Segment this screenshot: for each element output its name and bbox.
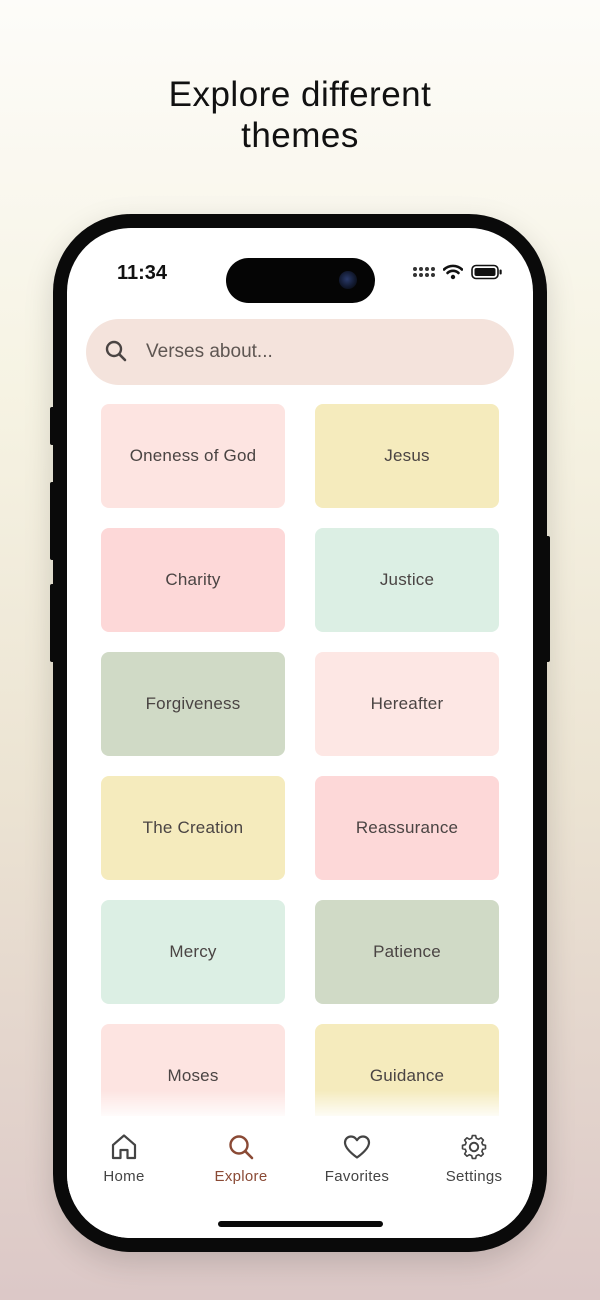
theme-tile[interactable]: The Creation xyxy=(101,776,285,880)
theme-tile[interactable]: Forgiveness xyxy=(101,652,285,756)
tab-home[interactable]: Home xyxy=(69,1132,179,1185)
home-indicator xyxy=(218,1221,383,1227)
tab-settings[interactable]: Settings xyxy=(419,1132,529,1185)
tab-settings-label: Settings xyxy=(445,1168,503,1185)
search-bar[interactable] xyxy=(86,319,514,385)
mute-switch xyxy=(50,407,55,445)
home-icon xyxy=(111,1134,137,1160)
theme-tile[interactable]: Reassurance xyxy=(315,776,499,880)
battery-icon xyxy=(471,264,502,280)
tab-explore[interactable]: Explore xyxy=(186,1132,296,1185)
search-icon xyxy=(105,340,127,362)
wifi-icon xyxy=(443,264,463,280)
headline-line-2: themes xyxy=(241,116,359,155)
theme-tile[interactable]: Oneness of God xyxy=(101,404,285,508)
headline-line-1: Explore different xyxy=(168,75,432,114)
theme-grid: Oneness of God Jesus Charity Justice Forgive… xyxy=(101,404,499,1128)
status-time: 11:34 xyxy=(117,262,168,284)
tab-bar: Home Explore Favorites Settings xyxy=(67,1116,533,1238)
theme-tile[interactable]: Hereafter xyxy=(315,652,499,756)
volume-down-button xyxy=(50,584,55,662)
heart-icon xyxy=(343,1135,371,1159)
signal-dots-icon xyxy=(413,267,435,277)
dynamic-island xyxy=(226,258,375,303)
theme-tile[interactable]: Justice xyxy=(315,528,499,632)
theme-tile[interactable]: Mercy xyxy=(101,900,285,1004)
search-icon xyxy=(229,1135,254,1160)
search-input[interactable] xyxy=(146,319,486,385)
tab-home-label: Home xyxy=(103,1168,145,1185)
tab-explore-label: Explore xyxy=(214,1168,268,1185)
headline: Explore different themes xyxy=(0,74,600,156)
power-button xyxy=(545,536,550,662)
phone-frame: 11:34 Verses about... Oneness of God Jes… xyxy=(50,214,550,1252)
volume-up-button xyxy=(50,482,55,560)
theme-tile[interactable]: Charity xyxy=(101,528,285,632)
status-icons xyxy=(413,264,503,280)
tab-favorites[interactable]: Favorites xyxy=(302,1132,412,1185)
gear-icon xyxy=(461,1134,487,1160)
theme-tile[interactable]: Patience xyxy=(315,900,499,1004)
tab-favorites-label: Favorites xyxy=(324,1168,390,1185)
app-screen: 11:34 Verses about... Oneness of God Jes… xyxy=(67,228,533,1238)
theme-tile[interactable]: Jesus xyxy=(315,404,499,508)
front-camera-icon xyxy=(339,271,357,289)
